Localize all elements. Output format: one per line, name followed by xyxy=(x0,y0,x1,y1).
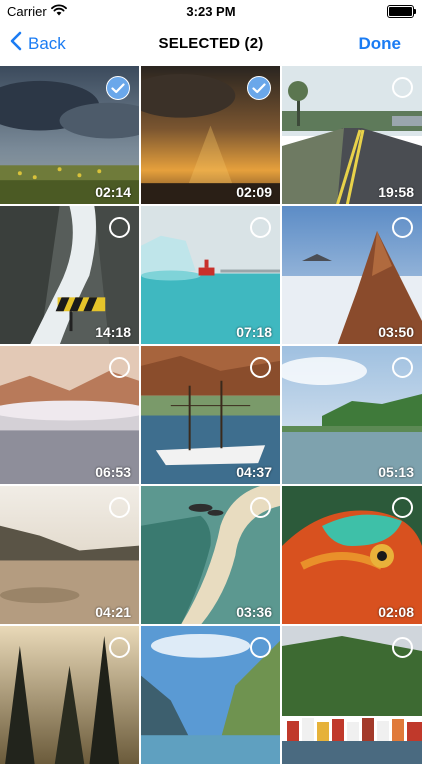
video-grid: 02:14 02:09 19:58 14:18 07:18 03:50 06:53 04:37… xyxy=(0,66,422,764)
select-circle-icon[interactable] xyxy=(109,637,130,658)
select-circle-icon[interactable] xyxy=(392,497,413,518)
duration-label: 03:36 xyxy=(236,604,272,620)
battery-icon xyxy=(387,5,414,18)
select-circle-icon[interactable] xyxy=(392,217,413,238)
duration-label: 06:53 xyxy=(95,464,131,480)
video-thumbnail[interactable] xyxy=(141,626,280,764)
select-circle-icon[interactable] xyxy=(109,357,130,378)
select-circle-icon[interactable] xyxy=(392,77,413,98)
back-label: Back xyxy=(28,34,66,54)
select-circle-icon[interactable] xyxy=(109,497,130,518)
video-thumbnail[interactable]: 03:50 xyxy=(282,206,422,344)
duration-label: 07:18 xyxy=(236,324,272,340)
video-thumbnail[interactable]: 06:53 xyxy=(0,346,139,484)
select-circle-icon[interactable] xyxy=(109,217,130,238)
duration-label: 04:21 xyxy=(95,604,131,620)
duration-label: 05:13 xyxy=(378,464,414,480)
done-button[interactable]: Done xyxy=(359,34,422,54)
duration-label: 02:14 xyxy=(95,184,131,200)
duration-label: 14:18 xyxy=(95,324,131,340)
select-circle-icon[interactable] xyxy=(250,357,271,378)
duration-label: 19:58 xyxy=(378,184,414,200)
video-thumbnail[interactable]: 02:08 xyxy=(282,486,422,624)
back-button[interactable]: Back xyxy=(0,31,66,56)
video-thumbnail[interactable]: 07:18 xyxy=(141,206,280,344)
select-circle-icon[interactable] xyxy=(392,637,413,658)
video-thumbnail[interactable]: 19:58 xyxy=(282,66,422,204)
video-thumbnail[interactable] xyxy=(0,626,139,764)
checkmark-icon[interactable] xyxy=(247,76,271,100)
duration-label: 02:09 xyxy=(236,184,272,200)
video-thumbnail[interactable]: 02:09 xyxy=(141,66,280,204)
clock: 3:23 PM xyxy=(0,4,422,19)
navigation-bar: Back SELECTED (2) Done xyxy=(0,22,422,65)
video-thumbnail[interactable]: 04:37 xyxy=(141,346,280,484)
select-circle-icon[interactable] xyxy=(250,497,271,518)
select-circle-icon[interactable] xyxy=(250,637,271,658)
video-thumbnail[interactable] xyxy=(282,626,422,764)
select-circle-icon[interactable] xyxy=(250,217,271,238)
duration-label: 04:37 xyxy=(236,464,272,480)
video-thumbnail[interactable]: 04:21 xyxy=(0,486,139,624)
video-thumbnail[interactable]: 05:13 xyxy=(282,346,422,484)
status-bar: Carrier 3:23 PM xyxy=(0,0,422,22)
checkmark-icon[interactable] xyxy=(106,76,130,100)
chevron-left-icon xyxy=(10,31,28,56)
select-circle-icon[interactable] xyxy=(392,357,413,378)
video-thumbnail[interactable]: 03:36 xyxy=(141,486,280,624)
duration-label: 03:50 xyxy=(378,324,414,340)
video-thumbnail[interactable]: 14:18 xyxy=(0,206,139,344)
video-thumbnail[interactable]: 02:14 xyxy=(0,66,139,204)
duration-label: 02:08 xyxy=(378,604,414,620)
